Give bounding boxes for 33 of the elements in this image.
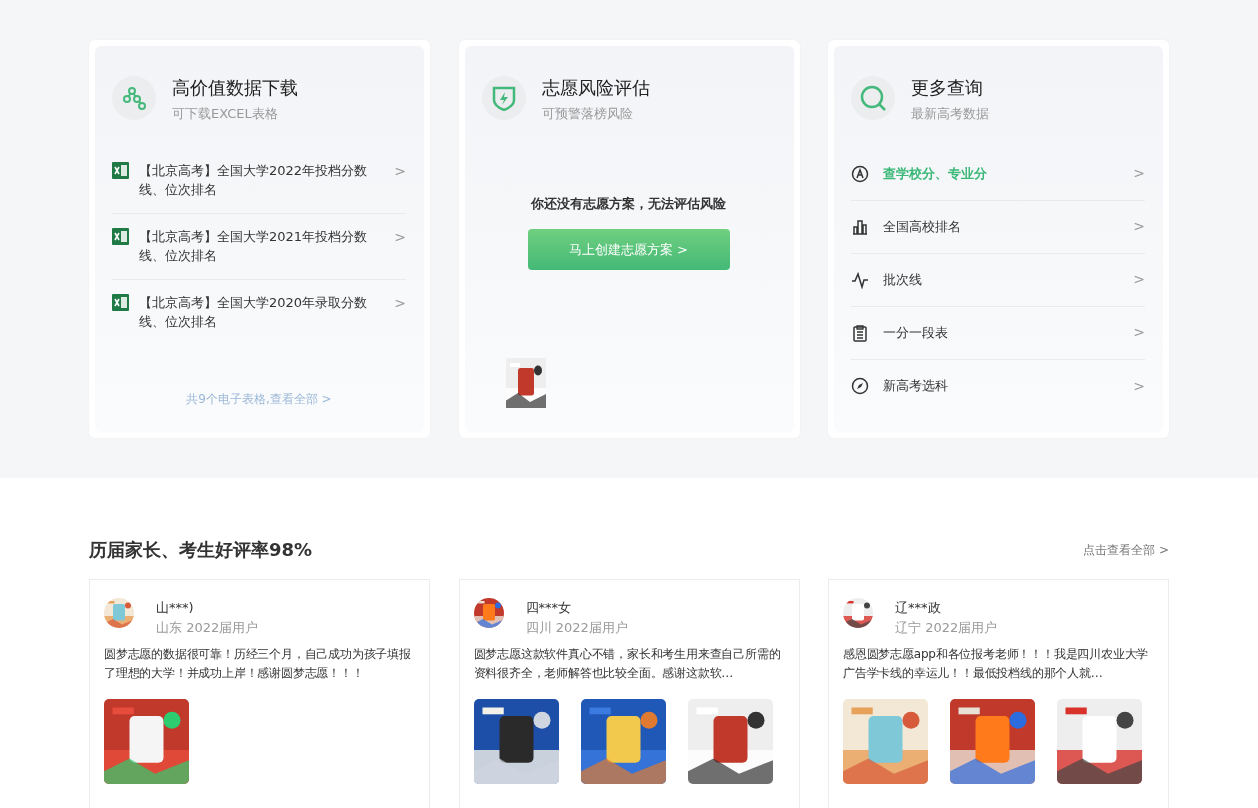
card-title: 志愿风险评估: [541, 76, 650, 100]
query-link[interactable]: 全国高校排名: [883, 216, 1120, 237]
query-link[interactable]: 批次线: [883, 269, 1120, 290]
user-meta: 山东 2022届用户: [156, 618, 259, 637]
chevron-icon: >: [394, 227, 406, 265]
review-text: 圆梦志愿的数据很可靠！历经三个月，自己成功为孩子填报了理想的大学！并成功上岸！感谢圆梦志愿！！！: [104, 646, 412, 682]
chevron-icon: >: [394, 293, 406, 331]
section-title: 历届家长、考生好评率98%: [89, 538, 313, 562]
card-title: 高价值数据下载: [172, 76, 298, 100]
card-subtitle: 最新高考数据: [911, 105, 989, 123]
card-title: 更多查询: [911, 76, 984, 100]
query-link[interactable]: 新高考选科: [883, 376, 1120, 396]
chevron-icon: >: [1133, 163, 1145, 184]
view-all-link[interactable]: 点击查看全部 >: [1083, 540, 1169, 559]
card-subtitle: 可下载EXCEL表格: [172, 105, 279, 123]
user-name: 辽***政: [895, 599, 942, 617]
download-link[interactable]: 【北京高考】全国大学2021年投档分数线、位次排名: [139, 226, 385, 265]
download-link[interactable]: 【北京高考】全国大学2020年录取分数线、位次排名: [139, 292, 385, 331]
query-link[interactable]: 一分一段表: [883, 322, 1120, 343]
chevron-icon: >: [1133, 375, 1145, 397]
chevron-icon: >: [1133, 216, 1145, 237]
chevron-icon: >: [394, 161, 406, 199]
user-meta: 辽宁 2022届用户: [895, 618, 998, 637]
user-name: 四***女: [525, 599, 572, 617]
user-name: 山***): [156, 599, 195, 617]
empty-message: 你还没有志愿方案，无法评估风险: [529, 194, 727, 213]
chevron-icon: >: [1133, 269, 1145, 290]
card-subtitle: 可预警落榜风险: [541, 105, 634, 123]
user-meta: 四川 2022届用户: [525, 618, 628, 637]
review-text: 感恩圆梦志愿app和各位报考老师！！！我是四川农业大学广告学卡线的幸运儿！！最低投档线的那个人就…: [843, 646, 1150, 682]
chevron-icon: >: [1133, 322, 1145, 343]
download-link[interactable]: 【北京高考】全国大学2022年投档分数线、位次排名: [139, 160, 385, 199]
review-text: 圆梦志愿这款软件真心不错，家长和考生用来查自己所需的资料很齐全，老师解答也比较全面。感谢这款软…: [473, 646, 782, 682]
